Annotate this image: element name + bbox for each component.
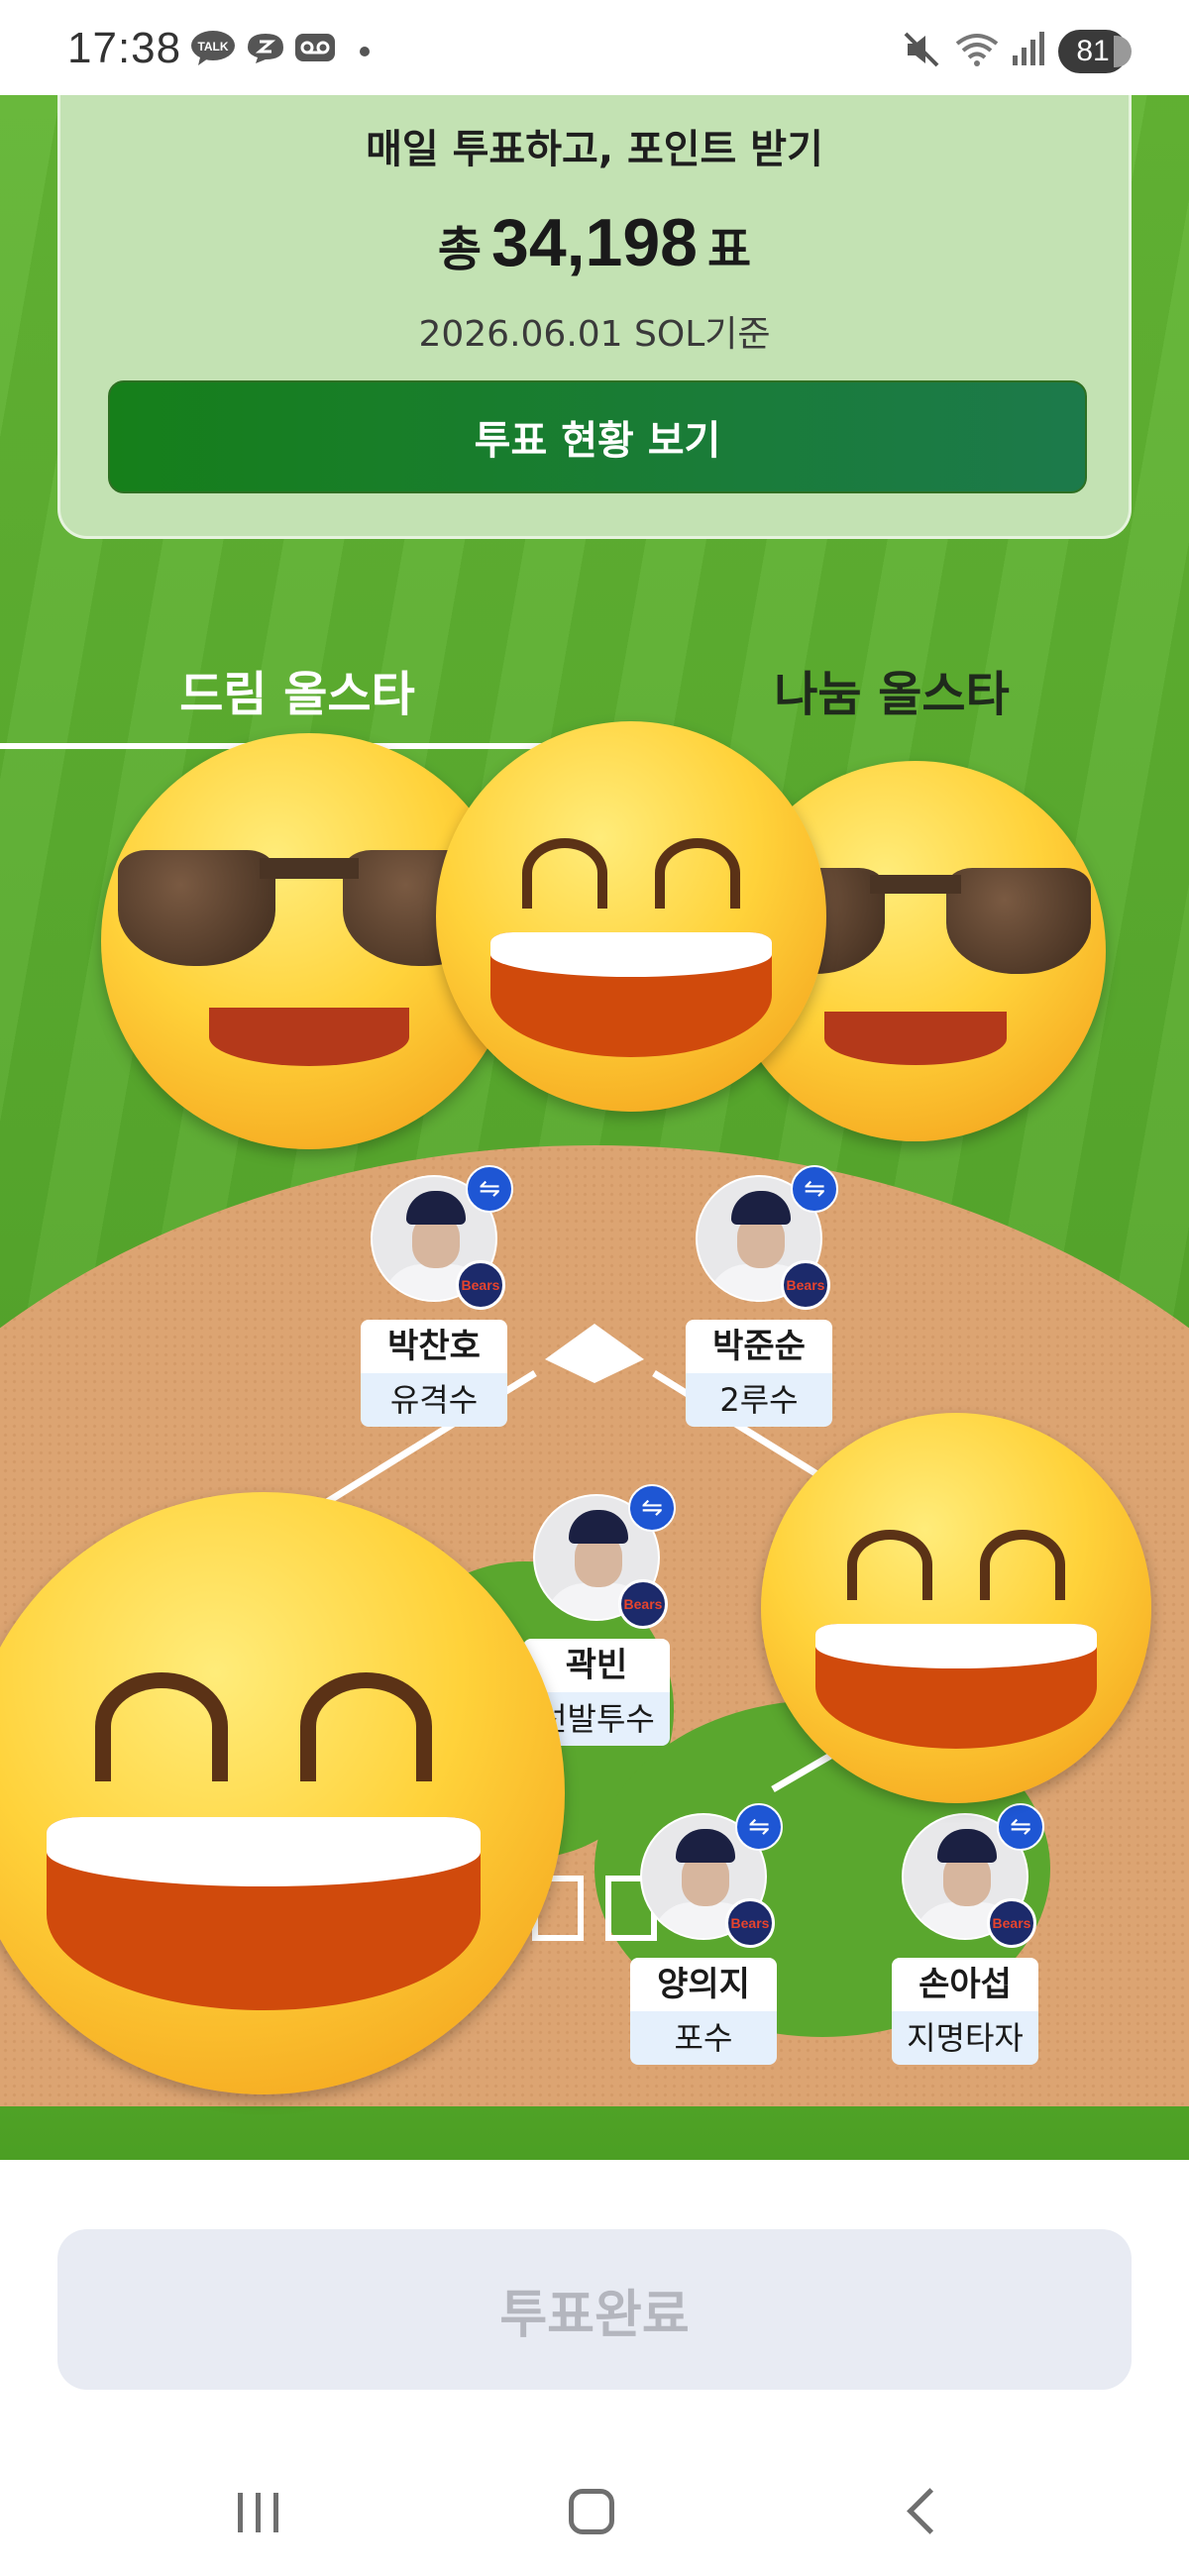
signal-icon	[1013, 32, 1044, 65]
team-logo: Bears	[725, 1898, 775, 1948]
chat-bubble-icon	[248, 34, 283, 63]
total-votes: 총 34,198 표	[60, 204, 1129, 281]
view-vote-status-button[interactable]: 투표 현황 보기	[108, 380, 1087, 493]
svg-text:TALK: TALK	[197, 40, 228, 54]
grinning-emoji	[436, 721, 826, 1112]
total-prefix: 총	[437, 222, 482, 277]
dot-icon	[360, 47, 370, 56]
player-position: 포수	[630, 2011, 777, 2065]
player-name: 박준순	[686, 1320, 832, 1373]
back-icon[interactable]	[907, 2488, 953, 2534]
player-name: 양의지	[630, 1958, 777, 2011]
swap-icon[interactable]: ⇋	[628, 1484, 676, 1532]
swap-icon[interactable]: ⇋	[735, 1803, 783, 1851]
vote-complete-button[interactable]: 투표완료	[57, 2229, 1132, 2390]
team-logo: Bears	[987, 1898, 1036, 1948]
as-of-date: 2026.06.01 SOL기준	[418, 314, 771, 355]
team-logo: Bears	[781, 1260, 830, 1310]
player-position: 지명타자	[892, 2011, 1038, 2065]
second-base	[545, 1324, 644, 1383]
voicemail-icon	[295, 34, 335, 61]
swap-icon[interactable]: ⇋	[791, 1165, 838, 1213]
total-votes-count: 34,198	[491, 205, 698, 280]
total-suffix: 표	[706, 222, 752, 277]
home-icon[interactable]	[569, 2489, 614, 2534]
player-position: 2루수	[686, 1373, 832, 1427]
system-nav-bar	[0, 2447, 1189, 2576]
team-logo: Bears	[456, 1260, 505, 1310]
player-position: 유격수	[361, 1373, 507, 1427]
vote-summary-card: 매일 투표하고, 포인트 받기 총 34,198 표 2026.06.01 SOL기…	[57, 95, 1132, 539]
player-name: 손아섭	[892, 1958, 1038, 2011]
battery-icon: 81	[1058, 30, 1132, 73]
swap-icon[interactable]: ⇋	[997, 1803, 1044, 1851]
recents-icon[interactable]	[238, 2493, 281, 2532]
mute-icon	[904, 32, 939, 67]
player-name: 박찬호	[361, 1320, 507, 1373]
player-name: 곽빈	[523, 1639, 670, 1692]
status-bar: 17:38 TALK 81	[0, 0, 1189, 95]
swap-icon[interactable]: ⇋	[466, 1165, 513, 1213]
grinning-emoji	[761, 1413, 1151, 1803]
status-time: 17:38	[67, 24, 182, 72]
vote-headline: 매일 투표하고, 포인트 받기	[366, 127, 823, 172]
talk-icon: TALK	[191, 31, 235, 65]
wifi-icon	[955, 34, 999, 66]
tab-dream-allstar[interactable]: 드림 올스타	[0, 630, 594, 749]
team-logo: Bears	[618, 1579, 668, 1629]
ballpark-field: 매일 투표하고, 포인트 받기 총 34,198 표 2026.06.01 SOL기…	[0, 95, 1189, 2160]
